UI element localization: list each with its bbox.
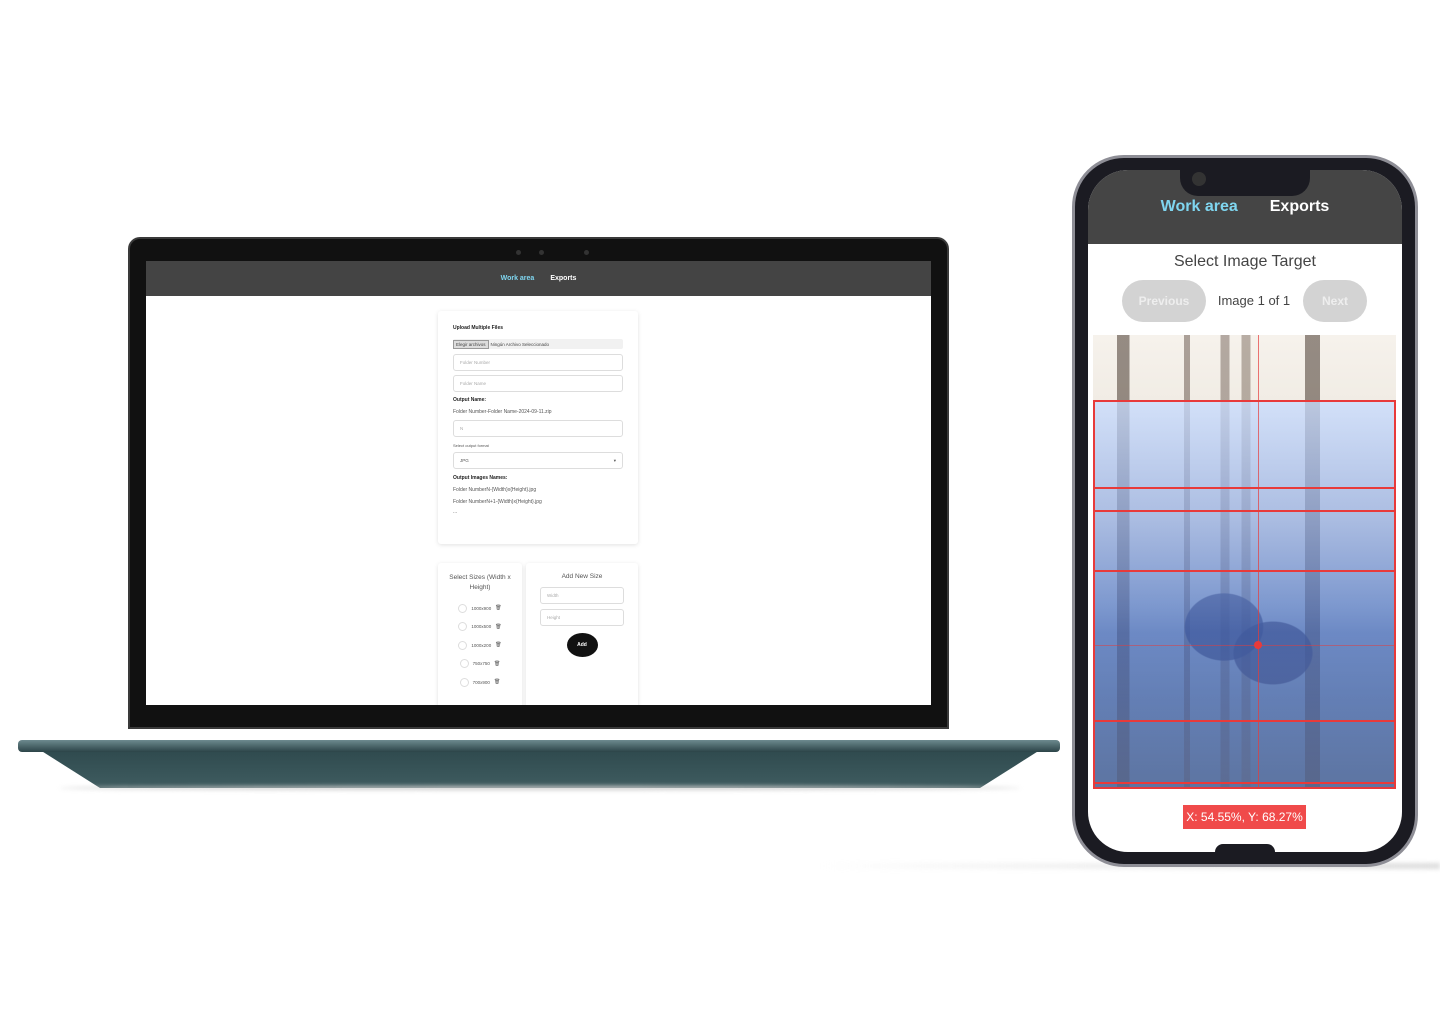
select-image-title: Select Image Target	[1173, 253, 1316, 270]
add-size-card: Add New Size Width Height Add	[526, 563, 638, 705]
size-checkbox[interactable]	[458, 622, 468, 632]
nav-exports[interactable]: Exports	[1270, 198, 1330, 216]
format-select[interactable]: JPG ▾	[453, 452, 623, 469]
output-name-label: Output Name:	[453, 397, 487, 403]
size-checkbox[interactable]	[459, 677, 469, 687]
upload-card: Upload Multiple Files Elegir archivos Ni…	[438, 311, 638, 544]
laptop-base	[40, 750, 1040, 788]
output-image-name: Folder NumberN+1-{Width}x{Height}.jpg	[453, 499, 542, 505]
size-label: 750x750	[472, 661, 490, 667]
choose-files-button[interactable]: Elegir archivos	[453, 339, 489, 349]
crop-line	[1093, 720, 1396, 722]
trash-icon[interactable]: 🗑	[495, 642, 501, 648]
sizes-card: Select Sizes (Width x Height) 1000x900 🗑 1…	[438, 563, 522, 705]
size-checkbox[interactable]	[459, 659, 469, 669]
size-label: 1000x200	[471, 642, 492, 648]
trash-icon[interactable]: 🗑	[494, 679, 500, 685]
size-label: 1000x900	[471, 605, 492, 611]
format-value: JPG	[460, 458, 469, 463]
laptop-base-edge	[18, 740, 1060, 752]
ellipsis: ...	[453, 509, 458, 515]
size-item: 1000x200 🗑	[442, 636, 518, 655]
crop-overlay[interactable]	[1093, 400, 1396, 789]
file-input[interactable]: Elegir archivos Ningún Archivo Seleccion…	[453, 339, 623, 349]
upload-title: Upload Multiple Files	[453, 325, 504, 331]
width-input[interactable]: Width	[540, 587, 624, 604]
trash-icon[interactable]: 🗑	[494, 661, 500, 667]
size-checkbox[interactable]	[458, 640, 468, 650]
crop-line	[1093, 487, 1396, 489]
laptop-camera	[539, 250, 544, 255]
phone-camera	[1192, 172, 1206, 186]
size-item: 700x900 🗑	[442, 673, 518, 692]
crop-line	[1093, 570, 1396, 572]
size-checkbox[interactable]	[458, 603, 468, 613]
folder-number-input[interactable]: Folder Number	[453, 354, 623, 371]
size-label: 700x900	[472, 679, 490, 685]
laptop-shadow	[60, 786, 1020, 790]
output-name-value: Folder Number-Folder Name-2024-09-11.zip	[453, 409, 552, 415]
format-label: Select output format	[453, 443, 489, 448]
laptop-sensor	[584, 250, 589, 255]
crop-line	[1093, 510, 1396, 512]
add-button[interactable]: Add	[566, 633, 598, 657]
laptop-navbar: Work area Exports	[146, 261, 931, 296]
sizes-title: Select Sizes (Width x Height)	[449, 574, 511, 591]
laptop-screen: Work area Exports Upload Multiple Files …	[146, 261, 931, 705]
crosshair-horizontal	[1093, 644, 1396, 646]
trash-icon[interactable]: 🗑	[495, 605, 501, 611]
size-label: 1000x500	[471, 624, 492, 630]
nav-work-area[interactable]: Work area	[1161, 198, 1238, 216]
nav-work-area[interactable]: Work area	[501, 275, 535, 282]
n-input[interactable]: N	[453, 420, 623, 437]
trash-icon[interactable]: 🗑	[495, 624, 501, 630]
laptop-sensor	[516, 250, 521, 255]
nav-exports[interactable]: Exports	[550, 275, 576, 282]
previous-button[interactable]: Previous	[1122, 280, 1206, 322]
size-item: 1000x900 🗑	[442, 599, 518, 618]
crop-line	[1093, 782, 1396, 784]
output-image-name: Folder NumberN-{Width}x{Height}.jpg	[453, 487, 537, 493]
size-item: 1000x500 🗑	[442, 618, 518, 637]
caret-down-icon: ▾	[613, 458, 616, 463]
folder-name-input[interactable]: Folder Name	[453, 375, 623, 392]
coordinates-badge: X: 54.55%, Y: 68.27%	[1183, 805, 1306, 829]
size-item: 750x750 🗑	[442, 655, 518, 674]
crosshair-vertical	[1258, 335, 1260, 789]
output-images-label: Output Images Names:	[453, 475, 508, 481]
no-file-text: Ningún Archivo Seleccionado	[490, 341, 550, 347]
image-counter: Image 1 of 1	[1217, 293, 1291, 308]
add-size-title: Add New Size	[561, 573, 603, 580]
phone-home-bar	[1215, 844, 1275, 854]
next-button[interactable]: Next	[1303, 280, 1367, 322]
height-input[interactable]: Height	[540, 609, 624, 626]
